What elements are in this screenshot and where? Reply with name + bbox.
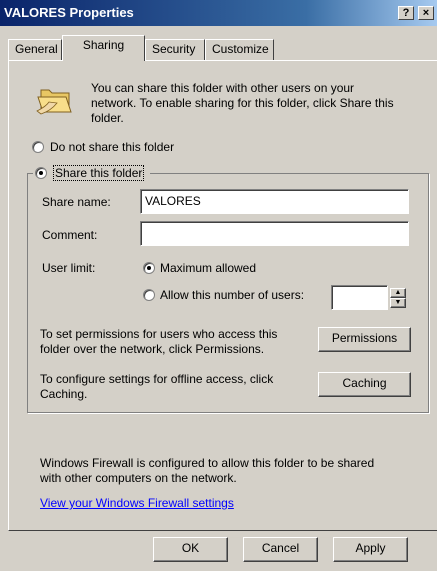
caching-text-line1: To configure settings for offline access… <box>40 372 274 386</box>
caching-button[interactable]: Caching <box>318 372 411 397</box>
maximum-allowed-label[interactable]: Maximum allowed <box>160 261 256 275</box>
help-button[interactable]: ? <box>398 6 414 20</box>
cancel-button[interactable]: Cancel <box>243 537 318 562</box>
window-title: VALORES Properties <box>4 5 134 20</box>
intro-text-line1: You can share this folder with other use… <box>91 81 355 95</box>
tab-general[interactable]: General <box>8 39 62 60</box>
firewall-text-line2: with other computers on the network. <box>40 471 237 485</box>
firewall-settings-link[interactable]: View your Windows Firewall settings <box>40 496 234 510</box>
allow-number-label[interactable]: Allow this number of users: <box>160 288 304 302</box>
share-name-label: Share name: <box>42 195 111 209</box>
maximum-allowed-radio[interactable] <box>143 262 155 274</box>
apply-button[interactable]: Apply <box>333 537 408 562</box>
share-group-header: Share this folder Share this folder <box>33 165 150 181</box>
user-limit-label: User limit: <box>42 261 96 275</box>
do-not-share-label[interactable]: Do not share this folder <box>50 140 174 154</box>
comment-label: Comment: <box>42 228 98 242</box>
tab-sharing[interactable]: Sharing <box>62 35 145 61</box>
tab-security[interactable]: Security <box>145 39 205 60</box>
spinner-up-button[interactable]: ▲ <box>390 288 406 298</box>
close-button[interactable]: × <box>418 6 434 20</box>
permissions-text-line2: folder over the network, click Permissio… <box>40 342 265 356</box>
share-name-input[interactable]: VALORES <box>140 189 409 214</box>
caching-text-line2: Caching. <box>40 387 88 401</box>
allow-number-radio[interactable] <box>143 289 155 301</box>
intro-text-line2: network. To enable sharing for this fold… <box>91 96 394 110</box>
title-bar: VALORES Properties ? × <box>0 0 437 26</box>
intro-text-line3: folder. <box>91 111 124 125</box>
spinner-down-button[interactable]: ▼ <box>390 298 406 308</box>
comment-input[interactable] <box>140 221 409 246</box>
allow-number-spinner[interactable] <box>331 285 388 310</box>
share-label[interactable]: Share this folder <box>53 165 145 181</box>
permissions-text-line1: To set permissions for users who access … <box>40 327 278 341</box>
tab-customize[interactable]: Customize <box>205 39 274 60</box>
firewall-text-line1: Windows Firewall is configured to allow … <box>40 456 375 470</box>
shared-folder-icon <box>36 89 72 115</box>
do-not-share-radio[interactable] <box>32 141 44 153</box>
share-radio[interactable] <box>35 167 47 179</box>
sharing-panel: You can share this folder with other use… <box>8 60 437 531</box>
permissions-button[interactable]: Permissions <box>318 327 411 352</box>
ok-button[interactable]: OK <box>153 537 228 562</box>
